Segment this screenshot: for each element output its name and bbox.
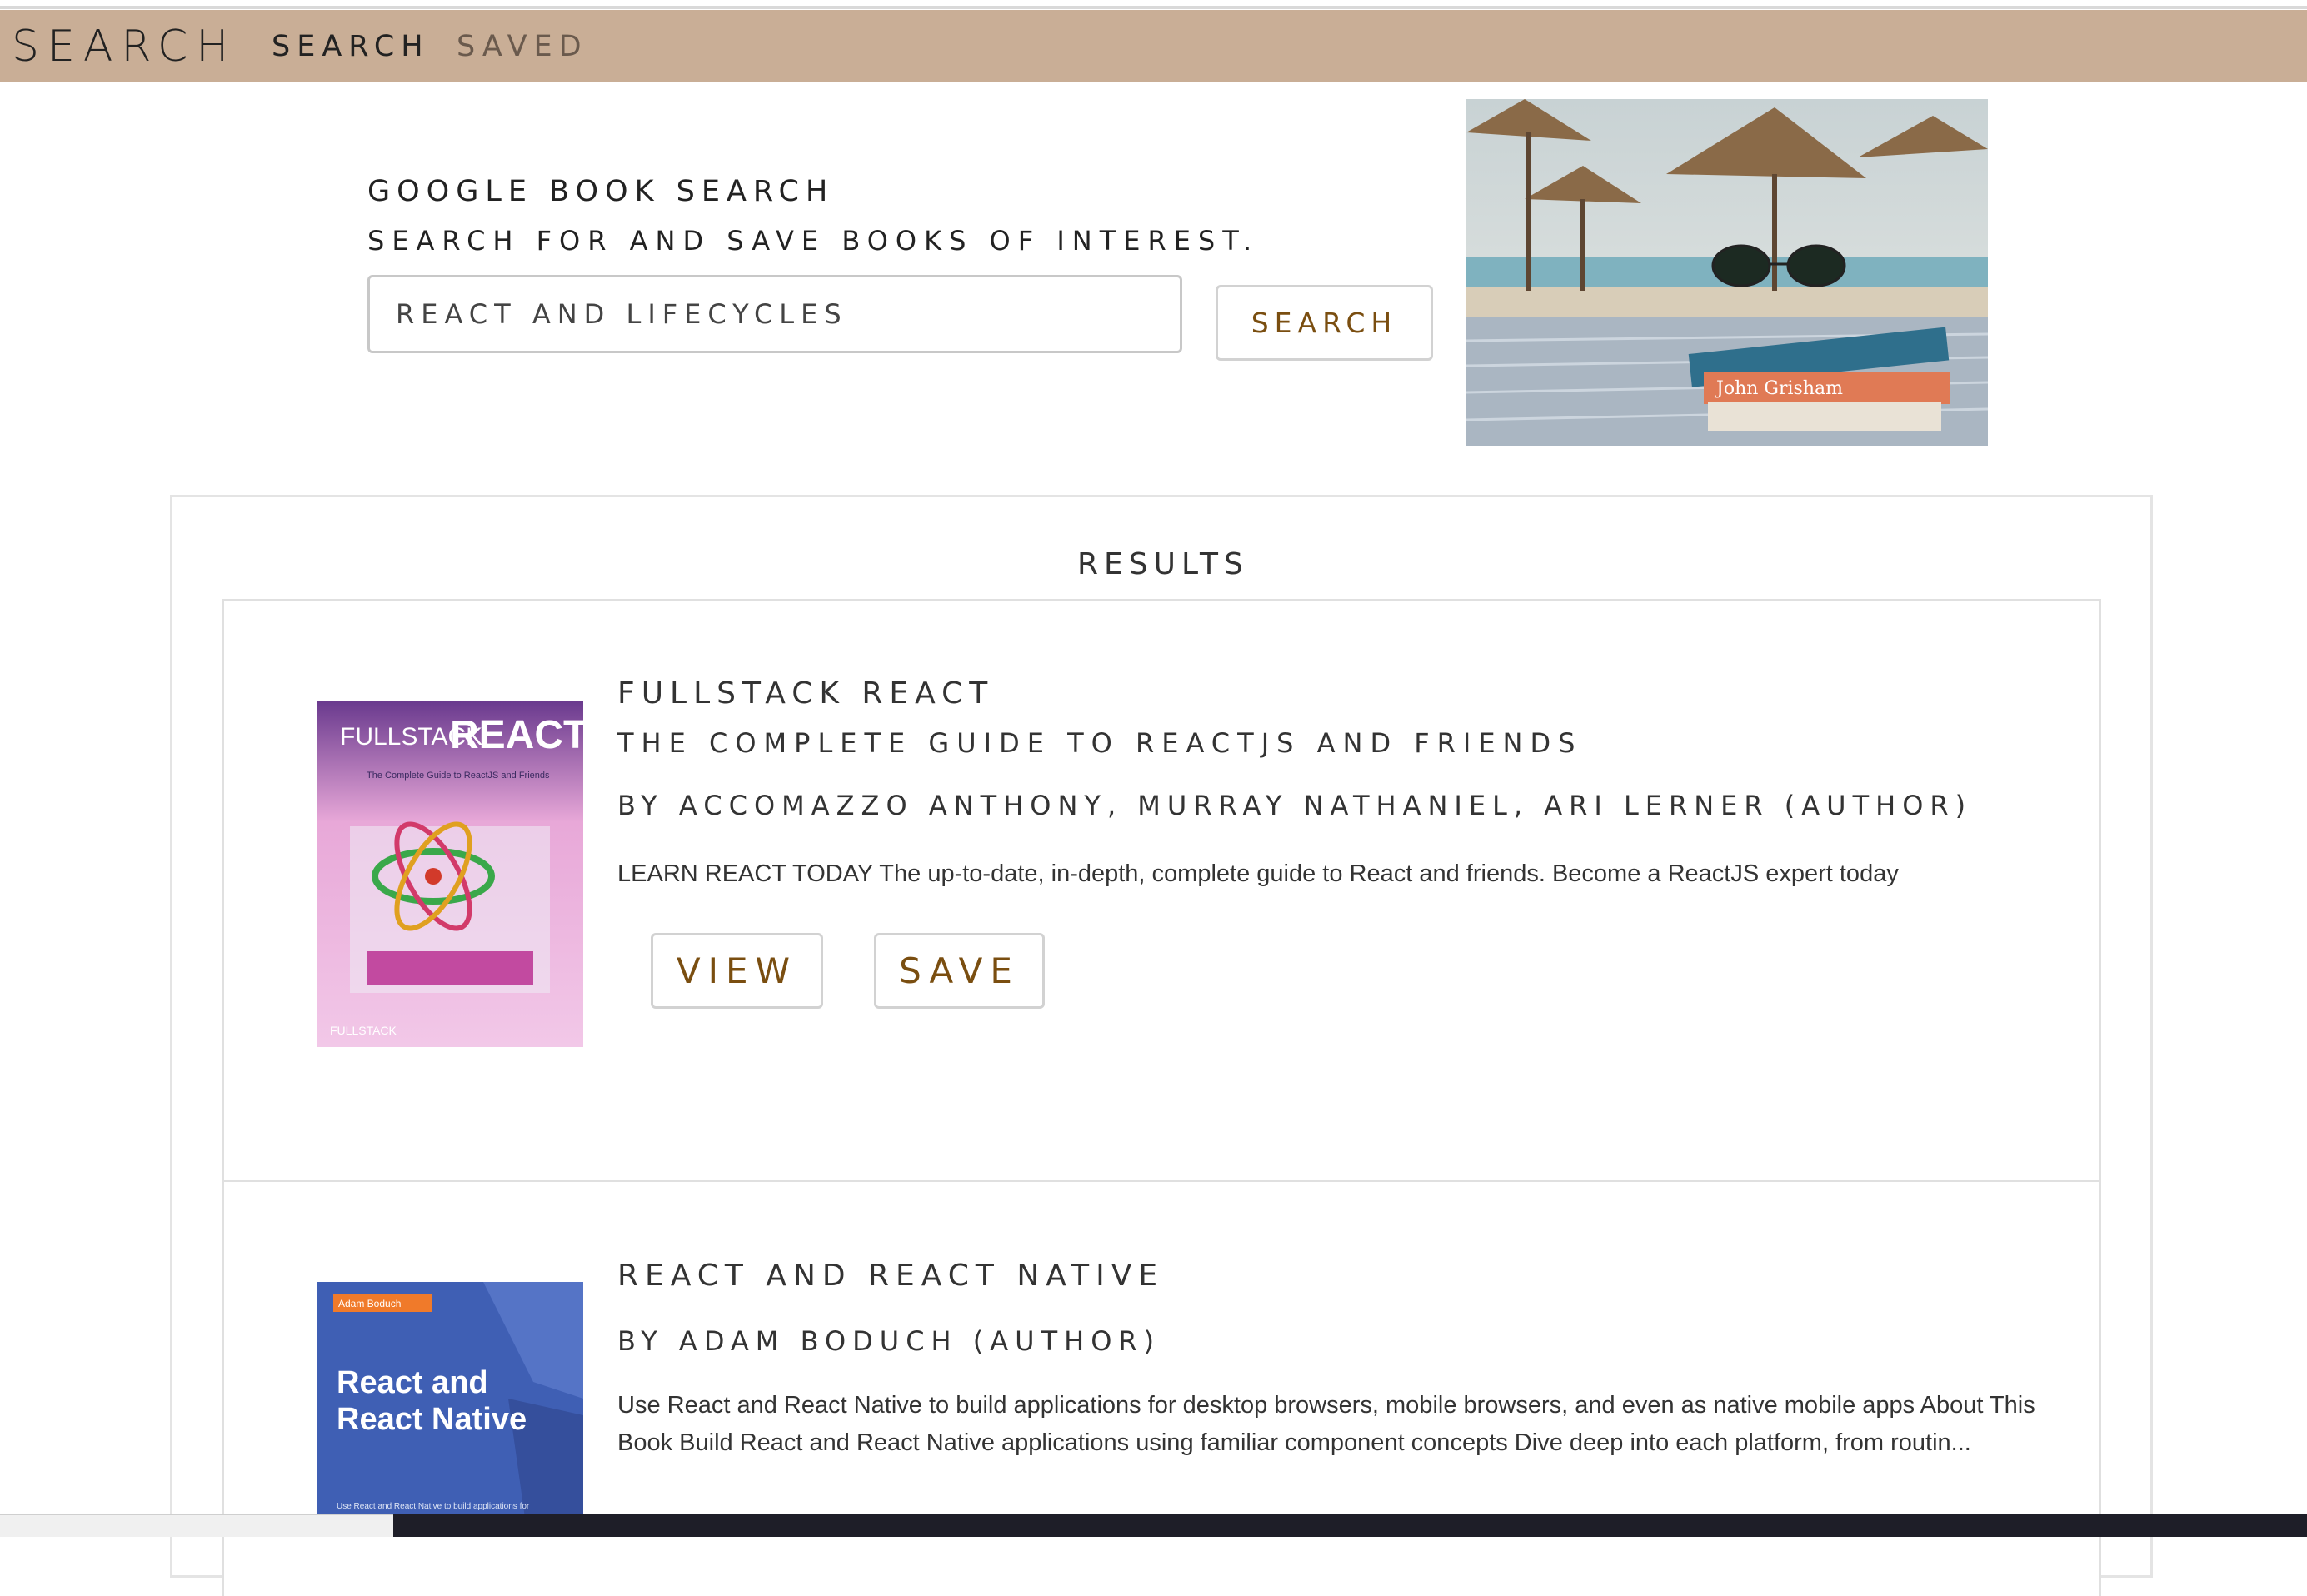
search-input[interactable] — [367, 275, 1182, 353]
results-title: RESULTS — [1077, 547, 1249, 581]
view-button[interactable]: VIEW — [651, 933, 823, 1009]
save-button[interactable]: SAVE — [874, 933, 1045, 1009]
book-description: Use React and React Native to build appl… — [617, 1392, 2035, 1456]
nav-link-saved[interactable]: SAVED — [457, 30, 588, 63]
svg-text:React Native: React Native — [337, 1402, 527, 1437]
search-button[interactable]: SEARCH — [1216, 285, 1433, 361]
book-cover-image: Adam Boduch React and React Native Use R… — [317, 1282, 583, 1518]
navbar: SEARCH SEARCH SAVED — [0, 10, 2307, 82]
svg-text:The Complete Guide to ReactJS: The Complete Guide to ReactJS and Friend… — [367, 771, 550, 781]
book-description: LEARN REACT TODAY The up-to-date, in-dep… — [617, 860, 1899, 887]
svg-text:React and: React and — [337, 1365, 488, 1400]
svg-text:Adam Boduch: Adam Boduch — [338, 1298, 401, 1309]
book-authors: BY ACCOMAZZO ANTHONY, MURRAY NATHANIEL, … — [617, 790, 1973, 821]
page-subtitle: SEARCH FOR AND SAVE BOOKS OF INTEREST. — [367, 225, 1260, 257]
book-title: FULLSTACK REACT — [617, 676, 995, 711]
nav-link-search[interactable]: SEARCH — [272, 30, 430, 63]
browser-top-edge — [0, 0, 2307, 9]
book-subtitle: THE COMPLETE GUIDE TO REACTJS AND FRIEND… — [617, 727, 1583, 759]
os-taskbar — [0, 1514, 2307, 1537]
svg-text:FULLSTACK: FULLSTACK — [330, 1024, 397, 1037]
book-card: FULLSTACK REACT The Complete Guide to Re… — [222, 599, 2101, 1183]
navbar-brand[interactable]: SEARCH — [12, 22, 237, 72]
book-title: REACT AND REACT NATIVE — [617, 1259, 1165, 1293]
svg-text:Use React and React Native to: Use React and React Native to build appl… — [337, 1502, 530, 1511]
book-cover-image: FULLSTACK REACT The Complete Guide to Re… — [317, 701, 583, 1047]
page-title: GOOGLE BOOK SEARCH — [367, 175, 835, 208]
book-authors: BY ADAM BODUCH (AUTHOR) — [617, 1325, 1161, 1357]
svg-text:John Grisham: John Grisham — [1715, 378, 1843, 399]
svg-text:REACT: REACT — [450, 713, 583, 757]
beach-books-image: John Grisham — [1466, 99, 1988, 446]
taskbar-search-area[interactable] — [0, 1514, 393, 1537]
